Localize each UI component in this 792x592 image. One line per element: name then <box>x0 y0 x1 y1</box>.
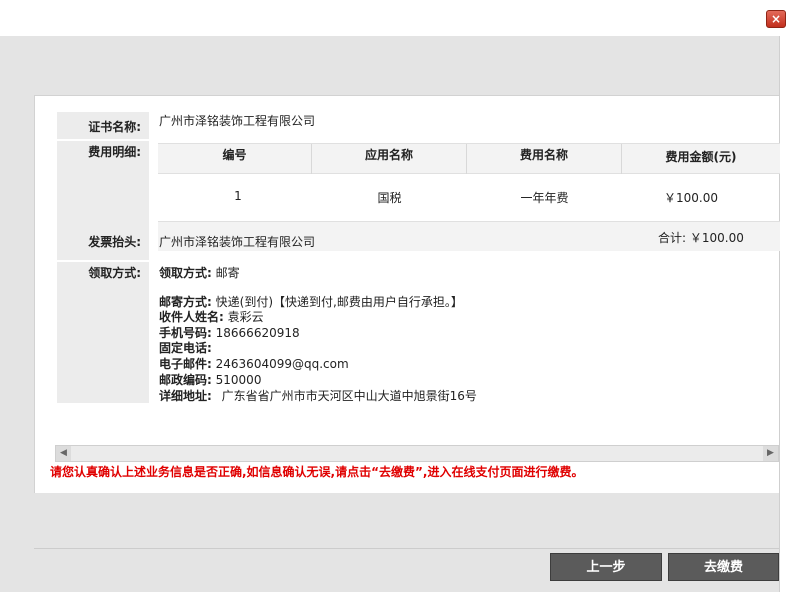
email: 电子邮件: 2463604099@qq.com <box>159 355 349 372</box>
cert-name-label: 证书名称: <box>57 112 149 139</box>
pay-button[interactable]: 去缴费 <box>668 553 779 581</box>
invoice-title-label: 发票抬头: <box>57 233 149 260</box>
zip-code: 邮政编码: 510000 <box>159 371 261 388</box>
pickup-label: 领取方式: <box>57 262 149 403</box>
footer-divider <box>34 548 779 549</box>
column-header-amount: 费用金额(元) <box>665 150 737 164</box>
vertical-scrollbar[interactable] <box>779 36 792 592</box>
address: 详细地址: 广东省省广州市市天河区中山大道中旭景街16号 <box>159 387 477 404</box>
invoice-title-value: 广州市泽铭装饰工程有限公司 <box>159 235 316 249</box>
cell-no: 1 <box>234 189 242 203</box>
address-label: 详细地址: <box>159 389 212 403</box>
zip-code-value: 510000 <box>215 373 262 387</box>
address-value: 广东省省广州市市天河区中山大道中旭景街16号 <box>221 389 477 403</box>
landline-phone-label: 固定电话: <box>159 341 212 355</box>
cert-name-value: 广州市泽铭装饰工程有限公司 <box>159 114 316 128</box>
pickup-method-label: 领取方式: <box>159 266 212 280</box>
email-value: 2463604099@qq.com <box>215 357 349 371</box>
post-method-label: 邮寄方式: <box>159 295 212 309</box>
post-method-value: 快递(到付)【快递到付,邮费由用户自行承担。】 <box>215 295 463 309</box>
close-icon[interactable]: × <box>766 10 786 28</box>
cell-amount: ￥100.00 <box>664 191 718 205</box>
order-details-panel: 证书名称: 广州市泽铭装饰工程有限公司 费用明细: 编号 应用名称 费用名称 费… <box>34 95 780 493</box>
column-header-no: 编号 <box>158 144 312 174</box>
mobile-phone-value: 18666620918 <box>215 326 300 340</box>
confirm-warning: 请您认真确认上述业务信息是否正确,如信息确认无误,请点击“去缴费”,进入在线支付… <box>50 465 584 479</box>
cell-fee-name: 一年年费 <box>520 191 569 205</box>
landline-phone: 固定电话: <box>159 339 212 356</box>
prev-step-button[interactable]: 上一步 <box>550 553 662 581</box>
recipient-name: 收件人姓名: 袁彩云 <box>159 308 264 325</box>
fee-table-header: 编号 应用名称 费用名称 费用金额(元) <box>158 143 780 174</box>
mobile-phone-label: 手机号码: <box>159 326 212 340</box>
cell-app: 国税 <box>377 191 402 205</box>
recipient-name-label: 收件人姓名: <box>159 310 224 324</box>
scroll-right-icon[interactable]: ▶ <box>763 446 778 461</box>
column-header-app: 应用名称 <box>312 144 467 174</box>
fee-total: 合计: ￥100.00 <box>658 231 744 245</box>
column-header-fee-name: 费用名称 <box>467 144 622 174</box>
table-row: 1 国税 一年年费 ￥100.00 <box>158 174 780 221</box>
recipient-name-value: 袁彩云 <box>227 310 264 324</box>
window-titlebar: × <box>0 0 792 36</box>
pickup-method: 领取方式: 邮寄 <box>159 264 240 281</box>
zip-code-label: 邮政编码: <box>159 373 212 387</box>
email-label: 电子邮件: <box>159 357 212 371</box>
fee-detail-label: 费用明细: <box>57 141 149 233</box>
pickup-method-value: 邮寄 <box>215 266 240 280</box>
horizontal-scrollbar[interactable]: ◀ ▶ <box>55 445 779 462</box>
scroll-left-icon[interactable]: ◀ <box>56 446 71 461</box>
